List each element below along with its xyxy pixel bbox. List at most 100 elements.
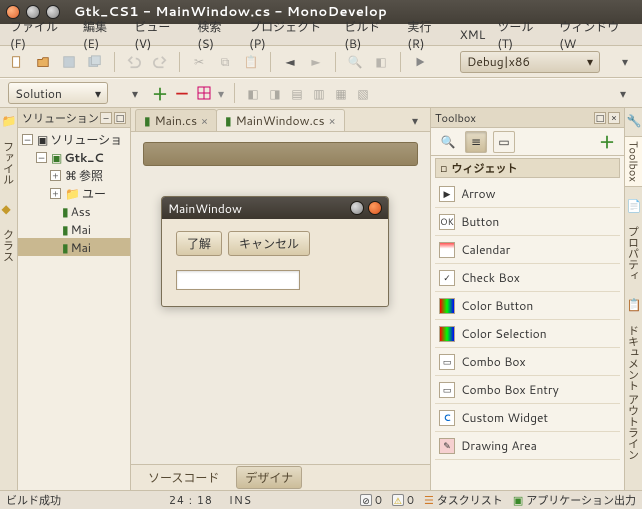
tab-document-outline[interactable]: ドキュメント アウトライン — [624, 320, 642, 465]
toolbox-item-colorbutton[interactable]: Color Button — [435, 292, 620, 320]
warning-count: 0 — [407, 492, 414, 508]
toolbox-add-button[interactable]: ＋ — [596, 131, 618, 153]
save-button[interactable] — [58, 51, 80, 73]
editor-tabstrip: ▮ Main.cs × ▮ MainWindow.cs × ▾ — [131, 108, 430, 132]
menu-tools[interactable]: ツール (T) — [491, 16, 553, 54]
solution-overflow-button[interactable]: ▾ — [124, 82, 146, 104]
toolbox-panel: Toolbox □ × 🔍 ≡ ▭ ＋ ▫ ウィジェット ▶Arrow OKBu… — [430, 108, 624, 490]
tab-toolbox[interactable]: Toolbox — [624, 136, 642, 187]
preview-cancel-button[interactable]: キャンセル — [228, 231, 310, 256]
toolbox-view-list-button[interactable]: ≡ — [465, 131, 487, 153]
menu-project[interactable]: プロジェクト (P) — [243, 16, 338, 54]
menu-file[interactable]: ファイル (F) — [4, 16, 77, 54]
tab-files[interactable]: ファイル — [0, 136, 19, 190]
tree-expander[interactable]: − — [36, 152, 47, 163]
tab-classes[interactable]: クラス — [0, 224, 19, 267]
tree-node-mainwindow[interactable]: ▮ Mai — [18, 238, 130, 256]
tree-node-project[interactable]: − ▣ Gtk_C — [18, 148, 130, 166]
preview-window[interactable]: MainWindow 了解 キャンセル — [161, 196, 389, 307]
tab-close-icon[interactable]: × — [329, 113, 336, 129]
toolbox-view-icons-button[interactable]: ▭ — [493, 131, 515, 153]
solution-view-combo[interactable]: Solution▾ — [8, 82, 108, 104]
toolbox-item-drawingarea[interactable]: ✎Drawing Area — [435, 432, 620, 460]
open-button[interactable] — [32, 51, 54, 73]
align-bottom-button[interactable]: ▧ — [355, 85, 371, 101]
undo-button[interactable] — [123, 51, 145, 73]
run-button[interactable] — [409, 51, 431, 73]
designer-root-header[interactable] — [143, 142, 418, 166]
toolbox-item-customwidget[interactable]: CCustom Widget — [435, 404, 620, 432]
toolbar-overflow-button[interactable]: ▾ — [614, 51, 636, 73]
tree-expander[interactable]: − — [22, 134, 33, 145]
nav-back-button[interactable]: ◄ — [279, 51, 301, 73]
toolbox-category-widgets[interactable]: ▫ ウィジェット — [435, 158, 620, 178]
tree-node-assembly[interactable]: ▮ Ass — [18, 202, 130, 220]
menu-build[interactable]: ビルド (B) — [338, 16, 401, 54]
csfile-icon: ▮ — [62, 239, 69, 256]
tree-expander[interactable]: + — [50, 170, 61, 181]
tab-close-icon[interactable]: × — [201, 113, 208, 129]
preview-text-entry[interactable] — [176, 270, 300, 290]
error-count-pill[interactable]: ⊘ 0 — [360, 492, 382, 508]
warning-count-pill[interactable]: ⚠ 0 — [392, 492, 414, 508]
tree-node-main[interactable]: ▮ Mai — [18, 220, 130, 238]
preview-window-titlebar[interactable]: MainWindow — [162, 197, 388, 219]
tree-node-solution[interactable]: − ▣ ソリューショ — [18, 130, 130, 148]
align-top-button[interactable]: ▥ — [311, 85, 327, 101]
nav-forward-button[interactable]: ► — [305, 51, 327, 73]
app-output-pad-button[interactable]: ▣ アプリケーション出力 — [513, 492, 636, 508]
toolbox-item-combobox[interactable]: ▭Combo Box — [435, 348, 620, 376]
tree-node-references[interactable]: + ⌘ 参照 — [18, 166, 130, 184]
redo-button[interactable] — [149, 51, 171, 73]
align-right-button[interactable]: ▤ — [289, 85, 305, 101]
align-left-button[interactable]: ◧ — [245, 85, 261, 101]
menu-search[interactable]: 検索 (S) — [191, 16, 243, 54]
preview-ok-button[interactable]: 了解 — [176, 231, 222, 256]
toolbox-item-comboboxentry[interactable]: ▭Combo Box Entry — [435, 376, 620, 404]
gtk-designer-surface[interactable]: MainWindow 了解 キャンセル — [131, 132, 430, 464]
mode-designer-button[interactable]: デザイナ — [236, 466, 302, 489]
panel-autohide-button[interactable]: – — [100, 112, 112, 124]
save-all-button[interactable] — [84, 51, 106, 73]
toolbox-item-colorselection[interactable]: Color Selection — [435, 320, 620, 348]
panel-close-button[interactable]: □ — [114, 112, 126, 124]
copy-button[interactable]: ⧉ — [214, 51, 236, 73]
toolbox-item-checkbox[interactable]: ✓Check Box — [435, 264, 620, 292]
tree-expander[interactable]: + — [50, 188, 61, 199]
grid-toggle-button[interactable] — [196, 85, 212, 101]
paste-button[interactable]: 📋 — [240, 51, 262, 73]
tab-properties[interactable]: プロパティ — [624, 221, 642, 286]
cut-button[interactable]: ✂ — [188, 51, 210, 73]
preview-minimize-icon[interactable] — [350, 201, 364, 215]
menu-run[interactable]: 実行 (R) — [401, 16, 453, 54]
menu-xml[interactable]: XML — [454, 24, 492, 45]
tasklist-pad-button[interactable]: ☰ タスクリスト — [424, 492, 503, 508]
menu-edit[interactable]: 編集 (E) — [77, 16, 128, 54]
menu-window[interactable]: ウィンドウ (W — [553, 16, 638, 54]
toolbox-item-arrow[interactable]: ▶Arrow — [435, 180, 620, 208]
solution-tree[interactable]: − ▣ ソリューショ − ▣ Gtk_C + ⌘ 参照 + 📁 ユー ▮ As — [18, 128, 130, 490]
align-center-button[interactable]: ◨ — [267, 85, 283, 101]
preview-window-body[interactable]: 了解 キャンセル — [162, 219, 388, 306]
caret-position-label: 24 : 18 — [169, 492, 213, 508]
menu-view[interactable]: ビュー (V) — [128, 16, 191, 54]
toolbox-item-calendar[interactable]: Calendar — [435, 236, 620, 264]
tab-main-cs[interactable]: ▮ Main.cs × — [135, 109, 217, 131]
class-browser-button[interactable]: ◧ — [370, 51, 392, 73]
find-button[interactable]: 🔍 — [344, 51, 366, 73]
build-config-combo[interactable]: Debug|x86▾ — [460, 51, 600, 73]
tab-mainwindow-cs[interactable]: ▮ MainWindow.cs × — [216, 109, 345, 131]
toolbox-search-button[interactable]: 🔍 — [437, 131, 459, 153]
panel-autohide-button[interactable]: □ — [594, 112, 606, 124]
add-item-button[interactable]: ＋ — [152, 85, 168, 101]
toolbox-item-button[interactable]: OKButton — [435, 208, 620, 236]
new-file-button[interactable] — [6, 51, 28, 73]
preview-close-icon[interactable] — [368, 201, 382, 215]
remove-item-button[interactable]: — — [174, 85, 190, 101]
mode-source-button[interactable]: ソースコード — [139, 466, 228, 489]
panel-close-button[interactable]: × — [608, 112, 620, 124]
tabstrip-overflow-button[interactable]: ▾ — [404, 109, 426, 131]
align-middle-button[interactable]: ▦ — [333, 85, 349, 101]
tree-node-userinterface[interactable]: + 📁 ユー — [18, 184, 130, 202]
toolbar2-overflow-button[interactable]: ▾ — [612, 82, 634, 104]
